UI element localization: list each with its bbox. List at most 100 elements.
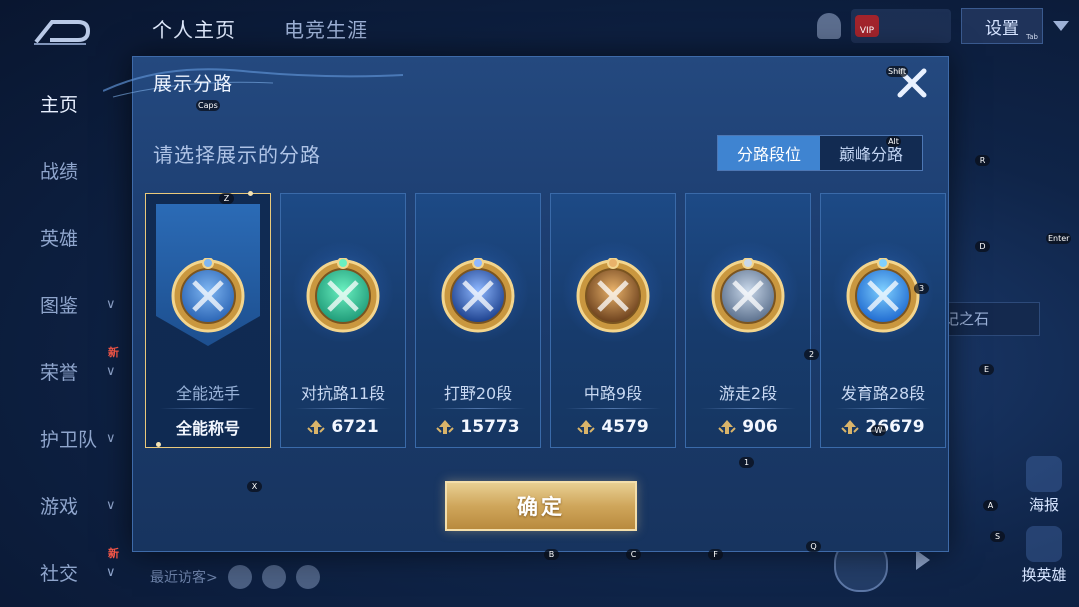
- key-hint-r: R: [975, 155, 990, 166]
- key-hint-f: F: [708, 549, 723, 560]
- rank-arrow-icon: [718, 420, 736, 434]
- recent-visitors-label: 最近访客>: [150, 570, 218, 586]
- recent-visitors[interactable]: 最近访客>: [150, 565, 320, 589]
- key-hint-caps: Caps: [196, 100, 220, 111]
- lane-card-value: 15773: [460, 417, 520, 437]
- card-divider: [160, 408, 256, 409]
- sidebar-item-label: 主页: [40, 94, 79, 116]
- sidebar-item-label: 荣誉: [40, 362, 79, 384]
- dialog-subtitle: 请选择展示的分路: [153, 143, 321, 167]
- settings-label: 设置: [985, 18, 1019, 39]
- sidebar-item[interactable]: 英雄: [0, 204, 132, 271]
- toggle-peak-lane[interactable]: 巅峰分路: [820, 136, 922, 170]
- mid-lane-emblem-icon: [576, 258, 650, 333]
- lane-card-name: 中路9段: [583, 384, 643, 403]
- sidebar-item[interactable]: 主页: [0, 70, 132, 137]
- lane-card[interactable]: 打野20段 15773: [415, 193, 541, 448]
- chevron-down-icon: ∨: [106, 297, 116, 312]
- sidebar-item-label: 护卫队: [40, 429, 98, 451]
- avatar[interactable]: [261, 565, 286, 589]
- sidebar-item-label: 游戏: [40, 496, 79, 518]
- lane-card[interactable]: 游走2段 906: [685, 193, 811, 448]
- card-divider: [295, 408, 391, 409]
- key-hint-enter: Enter: [1046, 233, 1072, 244]
- sidebar-item-label: 社交: [40, 563, 79, 585]
- tab-personal-home[interactable]: 个人主页: [152, 14, 236, 43]
- back-logo-icon[interactable]: [32, 16, 90, 46]
- sidebar-item-label: 英雄: [40, 228, 79, 250]
- sidebar-item[interactable]: 游戏 ∨: [0, 472, 132, 539]
- dialog-title: 展示分路: [153, 73, 234, 95]
- key-hint-z: Z: [219, 193, 234, 204]
- key-hint-q: Q: [806, 541, 821, 552]
- settings-button[interactable]: 设置 Tab: [961, 8, 1043, 44]
- swap-hero-icon: [1026, 526, 1062, 562]
- play-icon[interactable]: [916, 550, 930, 570]
- lane-card-name: 全能选手: [175, 384, 240, 403]
- settings-key-hint: Tab: [1026, 33, 1038, 41]
- sidebar-item-label: 图鉴: [40, 295, 79, 317]
- rank-arrow-icon: [436, 420, 455, 434]
- lane-card-score: 6721: [281, 414, 405, 440]
- poster-icon: [1026, 456, 1062, 492]
- lane-card-score: 4579: [551, 414, 675, 440]
- key-hint-alt: Alt: [886, 136, 901, 147]
- selection-corner-dot: [248, 191, 253, 196]
- vip-badge: VIP: [855, 15, 879, 37]
- notification-icon[interactable]: [817, 13, 841, 39]
- lane-card-score: 906: [686, 414, 810, 440]
- lane-card-name: 打野20段: [443, 384, 513, 403]
- sidebar-item[interactable]: 战绩: [0, 137, 132, 204]
- lane-card[interactable]: 对抗路11段 6721: [280, 193, 406, 448]
- rank-arrow-icon: [841, 420, 860, 434]
- key-hint-a: A: [983, 500, 998, 511]
- key-hint-2: 2: [804, 349, 819, 360]
- sidebar-item-label: 战绩: [40, 161, 79, 183]
- allround-emblem-icon: [171, 258, 245, 333]
- card-divider: [700, 408, 796, 409]
- chevron-down-icon: ∨: [106, 565, 116, 580]
- sidebar-item[interactable]: 社交 ∨ 新: [0, 539, 132, 606]
- swap-hero-button[interactable]: 换英雄: [1014, 526, 1074, 585]
- lane-card[interactable]: 发育路28段 26679: [820, 193, 946, 448]
- sidebar-item[interactable]: 荣誉 ∨ 新: [0, 338, 132, 405]
- poster-button[interactable]: 海报: [1014, 456, 1074, 515]
- key-hint-w: W: [871, 425, 886, 436]
- tab-esports-career[interactable]: 电竞生涯: [284, 14, 368, 43]
- chevron-down-icon: ∨: [106, 431, 116, 446]
- clash-lane-emblem-icon: [306, 258, 380, 333]
- card-divider: [430, 408, 526, 409]
- key-hint-e: E: [979, 364, 994, 375]
- key-hint-x: X: [247, 481, 262, 492]
- toggle-lane-rank[interactable]: 分路段位: [718, 136, 820, 170]
- lane-card-value: 6721: [331, 417, 379, 437]
- key-hint-d: D: [975, 241, 990, 252]
- swap-hero-label: 换英雄: [1021, 566, 1067, 584]
- key-hint-b: B: [544, 549, 559, 560]
- selection-corner-dot: [156, 442, 161, 447]
- sidebar-item[interactable]: 护卫队 ∨: [0, 405, 132, 472]
- avatar[interactable]: [295, 565, 320, 589]
- card-divider: [565, 408, 661, 409]
- sidebar-item[interactable]: 图鉴 ∨: [0, 271, 132, 338]
- card-divider: [835, 408, 931, 409]
- lane-card-name: 对抗路11段: [300, 384, 386, 403]
- vip-panel[interactable]: VIP: [851, 9, 951, 43]
- roam-emblem-icon: [711, 258, 785, 333]
- key-hint-1: 1: [739, 457, 754, 468]
- confirm-button[interactable]: 确定: [445, 481, 637, 531]
- lane-card-value: 906: [742, 417, 778, 437]
- lane-card[interactable]: 中路9段 4579: [550, 193, 676, 448]
- avatar[interactable]: [227, 565, 252, 589]
- lane-card[interactable]: 全能选手 全能称号: [145, 191, 271, 448]
- title-ribbon-decoration: [103, 68, 403, 98]
- lane-card-score: 15773: [416, 414, 540, 440]
- rank-arrow-icon: [577, 420, 596, 434]
- jungle-emblem-icon: [441, 258, 515, 333]
- lane-card-value: 4579: [601, 417, 649, 437]
- sidebar: 主页 战绩 英雄 图鉴 ∨ 荣誉 ∨ 新护卫队 ∨ 游戏 ∨ 社交 ∨ 新: [0, 70, 132, 606]
- farm-lane-emblem-icon: [846, 258, 920, 333]
- key-hint-3: 3: [914, 283, 929, 294]
- lane-display-dialog: 展示分路 请选择展示的分路 分路段位 巅峰分路 全能选手 全能称号 对抗路11段 …: [103, 56, 949, 552]
- chevron-down-icon[interactable]: [1053, 21, 1069, 31]
